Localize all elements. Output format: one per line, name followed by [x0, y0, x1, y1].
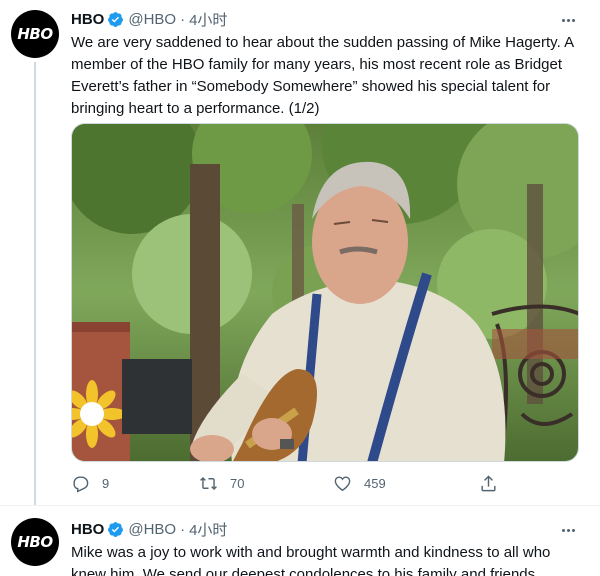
tweet[interactable]: HBO HBO @HBO · 4小时 We are very saddened …: [0, 0, 600, 505]
share-button[interactable]: [479, 474, 498, 493]
timestamp[interactable]: 4小时: [189, 9, 227, 30]
more-horizontal-icon[interactable]: [558, 520, 578, 540]
display-name[interactable]: HBO: [71, 521, 104, 538]
tweet-photo[interactable]: [71, 123, 579, 462]
tweet-text: Mike was a joy to work with and brought …: [71, 544, 551, 576]
share-icon: [481, 475, 496, 492]
tweet-actions: 9 70 459: [71, 474, 511, 496]
avatar-logo-text: HBO: [17, 25, 53, 43]
separator-dot: ·: [180, 10, 186, 28]
separator-dot: ·: [180, 520, 186, 538]
user-handle[interactable]: @HBO: [128, 521, 176, 538]
reply-count: 9: [102, 476, 110, 491]
tweet-header: HBO @HBO · 4小时: [71, 9, 227, 29]
verified-badge-icon: [108, 11, 124, 27]
avatar[interactable]: HBO: [11, 10, 59, 58]
timestamp[interactable]: 4小时: [189, 519, 227, 540]
tweet-text: We are very saddened to hear about the s…: [71, 34, 574, 117]
reply-icon: [73, 476, 89, 493]
user-handle[interactable]: @HBO: [128, 11, 176, 28]
like-button[interactable]: 459: [333, 474, 386, 493]
verified-badge-icon: [108, 521, 124, 537]
more-horizontal-icon[interactable]: [558, 10, 578, 30]
like-count: 459: [364, 476, 386, 491]
heart-icon: [334, 476, 351, 492]
retweet-icon: [200, 476, 217, 491]
thread-line: [34, 62, 36, 505]
display-name[interactable]: HBO: [71, 11, 104, 28]
retweet-count: 70: [230, 476, 245, 491]
reply-button[interactable]: 9: [71, 474, 109, 493]
avatar[interactable]: HBO: [11, 518, 59, 566]
avatar-logo-text: HBO: [17, 533, 53, 551]
photo-man-playing-guitar: [72, 124, 578, 461]
tweet[interactable]: HBO HBO @HBO · 4小时 Mike was a joy to wor…: [0, 505, 600, 576]
tweet-header: HBO @HBO · 4小时: [71, 519, 227, 539]
retweet-button[interactable]: 70: [199, 474, 244, 493]
